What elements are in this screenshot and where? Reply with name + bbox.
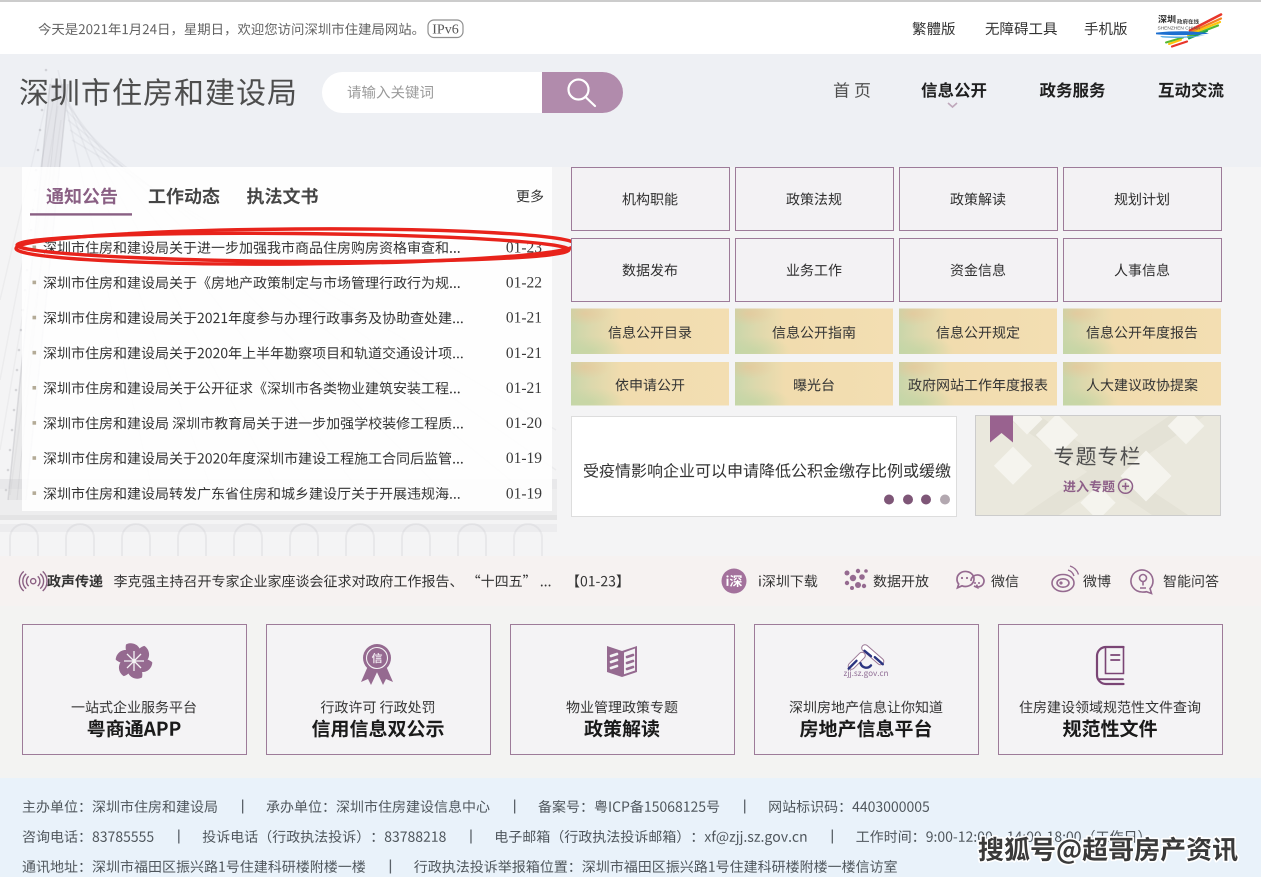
svg-text:SHENZHEN CHINA: SHENZHEN CHINA [1158, 26, 1201, 32]
svg-text:01-21: 01-21 [506, 380, 542, 397]
svg-text:01-21: 01-21 [506, 310, 542, 327]
svg-text:01-20: 01-20 [506, 415, 542, 432]
svg-text:01-22: 01-22 [506, 275, 542, 292]
svg-text:IPv6: IPv6 [432, 23, 458, 38]
svg-text:01-19: 01-19 [506, 450, 542, 467]
svg-text:01-21: 01-21 [506, 345, 542, 362]
svg-text:01-19: 01-19 [506, 485, 542, 502]
